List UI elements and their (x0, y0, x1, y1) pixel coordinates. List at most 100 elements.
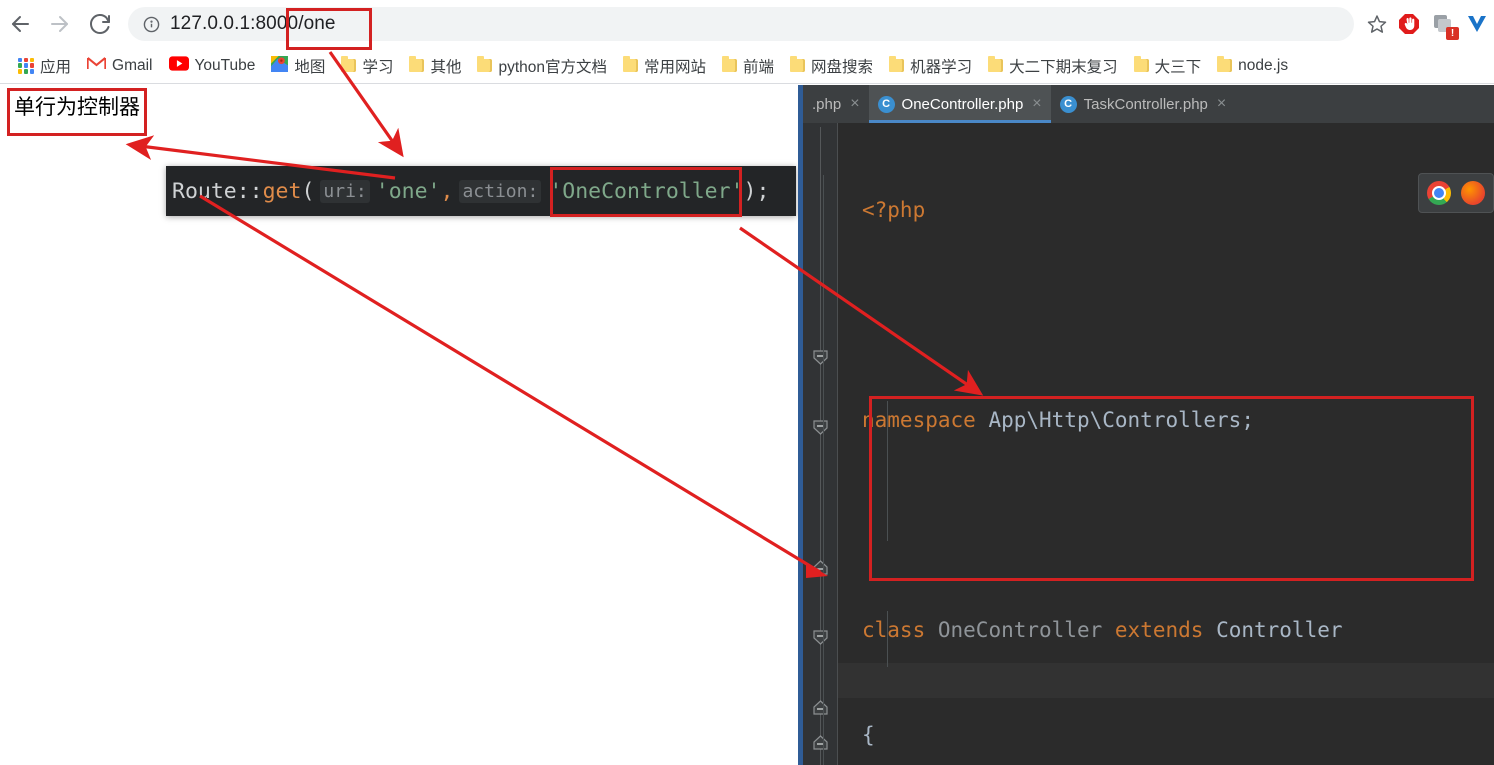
bookmark-label: 应用 (40, 58, 72, 76)
folder-icon (1217, 56, 1233, 72)
param-quote-close: ' (730, 178, 744, 204)
php-class-icon: C (1059, 95, 1077, 113)
bookmark-apps[interactable]: 应用 (10, 52, 79, 80)
bookmark-star-icon[interactable] (1360, 7, 1394, 41)
chrome-icon[interactable] (1427, 181, 1451, 205)
route-close: ); (743, 178, 770, 204)
extension-badge-count: ! (1446, 27, 1459, 40)
code-line-1: <?php (862, 193, 1494, 228)
route-call: Route:: (172, 178, 263, 204)
close-icon[interactable]: × (1032, 95, 1041, 113)
bookmark-label: python官方文档 (498, 58, 608, 76)
indent-guide-class (823, 175, 824, 765)
php-class-icon: C (877, 95, 895, 113)
bookmark-gmail[interactable]: Gmail (79, 52, 160, 80)
fold-end-class[interactable] (812, 734, 829, 751)
bookmark-folder-4[interactable]: 前端 (714, 52, 782, 80)
token-php-open: <?php (862, 198, 926, 222)
folder-icon (341, 56, 357, 72)
browser-toolbar: 127.0.0.1:8000/one ! (0, 0, 1494, 48)
param-value-action: OneController (562, 178, 731, 204)
forward-button[interactable] (40, 4, 80, 44)
bookmarks-bar: 应用 Gmail YouTube 地图 学习 其他 python官方文档 常用网… (0, 48, 1494, 84)
folder-icon (889, 56, 905, 72)
site-info-icon[interactable] (140, 13, 162, 35)
close-icon[interactable]: × (850, 95, 859, 113)
editor-tab-label: .php (812, 95, 842, 113)
bookmark-folder-9[interactable]: node.js (1209, 52, 1296, 80)
ide-window: .php × C OneController.php × C TaskContr… (798, 85, 1494, 765)
code-line-5: class OneController extends Controller (862, 613, 1494, 648)
bookmark-folder-5[interactable]: 网盘搜索 (782, 52, 881, 80)
token-kw-extends: extends (1114, 618, 1204, 642)
address-bar[interactable]: 127.0.0.1:8000/one (128, 7, 1354, 41)
bookmark-label: YouTube (194, 56, 256, 74)
bookmark-label: 机器学习 (910, 58, 973, 76)
url-prefix: 127.0.0.1:8000 (170, 13, 299, 34)
bookmark-youtube[interactable]: YouTube (161, 52, 264, 80)
reload-button[interactable] (80, 4, 120, 44)
fold-end-invoke[interactable] (812, 559, 829, 576)
bookmark-folder-8[interactable]: 大三下 (1126, 52, 1210, 80)
folder-icon (409, 56, 425, 72)
browser-run-toolbar[interactable] (1418, 173, 1494, 213)
indent-guide-other (887, 611, 888, 667)
editor-code-area[interactable]: <?php namespace App\Http\Controllers; cl… (838, 123, 1494, 765)
route-open-paren: ( (301, 178, 315, 204)
firefox-icon[interactable] (1461, 181, 1485, 205)
bookmark-label: 网盘搜索 (811, 58, 874, 76)
fold-arrow-invoke[interactable] (812, 419, 829, 436)
bookmark-label: 常用网站 (644, 58, 707, 76)
url-suffix: /one (298, 13, 336, 34)
bookmark-folder-1[interactable]: 其他 (401, 52, 469, 80)
bookmark-folder-7[interactable]: 大二下期末复习 (980, 52, 1126, 80)
param-hint-uri: uri: (320, 179, 370, 203)
editor-tab-taskcontroller[interactable]: C TaskController.php × (1051, 85, 1236, 123)
screen: 127.0.0.1:8000/one ! 应用 Gmail YouTube 地图… (0, 0, 1494, 765)
folder-icon (623, 56, 639, 72)
folder-icon (790, 56, 806, 72)
fold-arrow-class[interactable] (812, 349, 829, 366)
token-namespace-path: App\Http\Controllers; (988, 408, 1254, 432)
editor-tab-label: OneController.php (901, 95, 1024, 113)
param-hint-action: action: (459, 179, 542, 203)
bookmark-label: 地图 (294, 58, 326, 76)
bookmark-label: node.js (1238, 56, 1289, 74)
editor-tab-bar: .php × C OneController.php × C TaskContr… (803, 85, 1494, 123)
token-class-name: OneController (937, 618, 1103, 642)
bookmark-label: 学习 (362, 58, 394, 76)
fold-guide-line (820, 127, 821, 765)
editor-tab-0[interactable]: .php × (803, 85, 869, 123)
fold-end-other[interactable] (812, 699, 829, 716)
token-kw-class: class (862, 618, 926, 642)
youtube-icon (168, 56, 189, 75)
maps-icon (271, 55, 289, 76)
route-method: get (262, 178, 302, 204)
fold-arrow-other[interactable] (812, 629, 829, 646)
bookmark-maps[interactable]: 地图 (263, 52, 333, 80)
adblock-icon[interactable] (1394, 9, 1424, 39)
param-value-uri: 'one' (375, 178, 441, 204)
back-button[interactable] (0, 4, 40, 44)
folder-icon (1133, 56, 1149, 72)
folder-icon (988, 56, 1004, 72)
editor-tab-onecontroller[interactable]: C OneController.php × (868, 85, 1051, 123)
editor-gutter[interactable] (803, 123, 837, 765)
bookmark-folder-6[interactable]: 机器学习 (881, 52, 980, 80)
apps-grid-icon (18, 57, 34, 74)
profile-icon[interactable] (1462, 9, 1492, 39)
bookmark-label: 前端 (743, 58, 775, 76)
param-quote-open: ' (549, 178, 563, 204)
bookmark-label: 大三下 (1154, 58, 1202, 76)
close-icon[interactable]: × (1217, 95, 1226, 113)
bookmark-folder-0[interactable]: 学习 (333, 52, 401, 80)
bookmark-folder-3[interactable]: 常用网站 (615, 52, 714, 80)
token-brace-open: { (862, 723, 875, 747)
bookmark-folder-2[interactable]: python官方文档 (469, 52, 615, 80)
bookmark-label: 其他 (430, 58, 462, 76)
extension-badge-icon[interactable]: ! (1428, 9, 1459, 40)
route-code-tooltip: Route:: get(uri:'one', action: ' OneControll… (166, 166, 796, 216)
code-line-6: { (862, 718, 1494, 753)
editor-tab-label: TaskController.php (1083, 95, 1208, 113)
